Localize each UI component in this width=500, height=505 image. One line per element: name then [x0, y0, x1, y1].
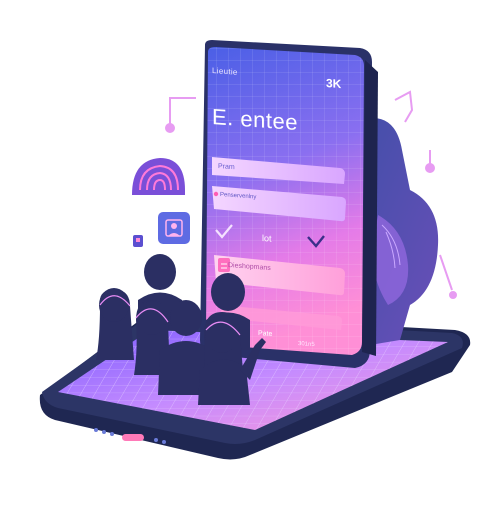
- footer-left-text: Pate: [258, 330, 273, 339]
- footer-right-text: 301n5: [298, 341, 315, 349]
- user-id-card-icon: [158, 212, 190, 244]
- app-header-count: 3K: [326, 76, 342, 92]
- field-1-text[interactable]: Pram: [218, 163, 235, 171]
- app-header-label: Lieutie: [212, 66, 238, 77]
- field-2-dot: [213, 191, 219, 197]
- fingerprint-icon: [132, 158, 185, 195]
- illustration: [0, 0, 500, 500]
- charging-port: [122, 434, 144, 441]
- row-label: lot: [262, 233, 272, 244]
